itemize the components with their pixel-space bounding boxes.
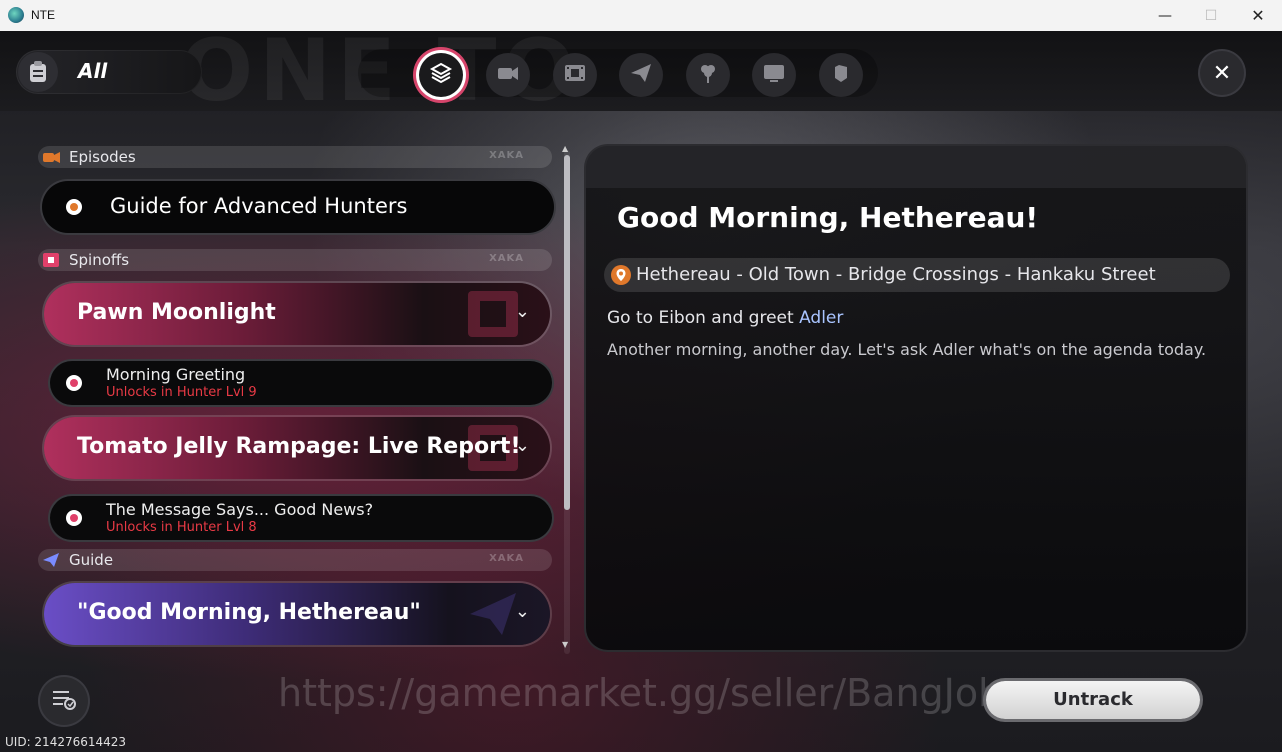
quest-description: Another morning, another day. Let's ask … [607,340,1207,359]
layers-icon [429,61,453,89]
quest-marker [66,375,82,391]
quest-lock-requirement: Unlocks in Hunter Lvl 9 [106,385,257,400]
tab-side[interactable] [686,53,730,97]
quest-group-title: "Good Morning, Hethereau" [77,600,421,625]
paper-plane-icon [42,552,59,568]
quest-group-title: Tomato Jelly Rampage: Live Report! [77,434,521,459]
quest-title: The Message Says... Good News? [106,500,374,519]
untrack-button[interactable]: Untrack [986,681,1200,719]
tab-events[interactable] [752,53,796,97]
film-camera-icon [42,149,60,165]
location-pin-icon [610,264,632,286]
minimize-button[interactable]: — [1142,0,1188,31]
film-strip-icon [563,62,587,88]
tab-misc[interactable] [819,53,863,97]
section-guide: Guide XAKA [38,549,552,571]
close-menu-button[interactable]: ✕ [1200,51,1244,95]
quest-title: Morning Greeting [106,365,246,384]
chevron-down-icon[interactable]: ⌄ [515,435,530,456]
quest-location-bar[interactable]: Hethereau - Old Town - Bridge Crossings … [604,258,1230,292]
quest-detail-title: Good Morning, Hethereau! [617,201,1039,234]
section-name: Episodes [69,148,136,166]
quest-objective: Go to Eibon and greet Adler [607,308,843,328]
film-camera-icon [496,62,520,88]
quest-group-pawn-moonlight[interactable]: Pawn Moonlight ⌄ [44,283,550,345]
detail-header-strip [586,146,1246,188]
chevron-down-icon[interactable]: ⌄ [515,601,530,622]
screen-icon [762,62,786,88]
film-strip-icon [42,252,59,268]
checklist-icon [51,687,77,715]
window-title: NTE [31,8,55,22]
tracking-settings-button[interactable] [40,677,88,725]
quest-item-message-says[interactable]: The Message Says... Good News? Unlocks i… [50,496,552,540]
close-icon: ✕ [1212,60,1232,86]
quest-filter-dropdown[interactable]: All [16,50,202,94]
quest-title: Guide for Advanced Hunters [110,194,408,218]
tab-all-quests[interactable] [419,53,463,97]
quest-screen: ONE TO All ✕ Episodes XAKA Guide for Adv… [0,21,1282,752]
section-tag: XAKA [489,553,524,564]
section-name: Spinoffs [69,251,130,269]
quest-detail-panel: Good Morning, Hethereau! Hethereau - Old… [586,146,1246,650]
location-text: Hethereau - Old Town - Bridge Crossings … [636,264,1156,285]
section-spinoffs: Spinoffs XAKA [38,249,552,271]
flower-icon [696,62,720,88]
maximize-button[interactable]: ☐ [1188,0,1234,31]
player-uid: UID: 214276614423 [5,735,127,749]
quest-group-tomato-jelly[interactable]: Tomato Jelly Rampage: Live Report! ⌄ [44,417,550,479]
tab-episodes[interactable] [486,53,530,97]
scrollbar-thumb[interactable] [564,155,570,510]
tab-guide[interactable] [619,53,663,97]
clipboard-icon [18,52,58,92]
quest-lock-requirement: Unlocks in Hunter Lvl 8 [106,520,257,535]
tracked-quest-marker [66,199,82,215]
section-tag: XAKA [489,253,524,264]
quest-marker [66,510,82,526]
filter-label: All [78,59,108,83]
app-icon [8,7,24,23]
film-strip-icon [466,287,520,341]
section-tag: XAKA [489,150,524,161]
quest-group-title: Pawn Moonlight [77,300,276,325]
paper-plane-icon [629,62,653,88]
tab-spinoffs[interactable] [553,53,597,97]
chevron-down-icon[interactable]: ⌄ [515,301,530,322]
quest-item-advanced-hunters[interactable]: Guide for Advanced Hunters [42,181,554,233]
section-name: Guide [69,551,114,569]
quest-group-good-morning[interactable]: "Good Morning, Hethereau" ⌄ [44,583,550,645]
watermark-text: https://gamemarket.gg/seller/BangJoh [278,671,1003,715]
paper-plane-icon [466,587,520,641]
window-close-button[interactable]: ✕ [1235,0,1281,31]
section-episodes: Episodes XAKA [38,146,552,168]
quest-item-morning-greeting[interactable]: Morning Greeting Unlocks in Hunter Lvl 9 [50,361,552,405]
objective-npc-link[interactable]: Adler [799,308,843,328]
scroll-down-arrow[interactable]: ▼ [562,640,568,649]
objective-text: Go to Eibon and greet [607,308,800,328]
hand-icon [829,62,853,88]
